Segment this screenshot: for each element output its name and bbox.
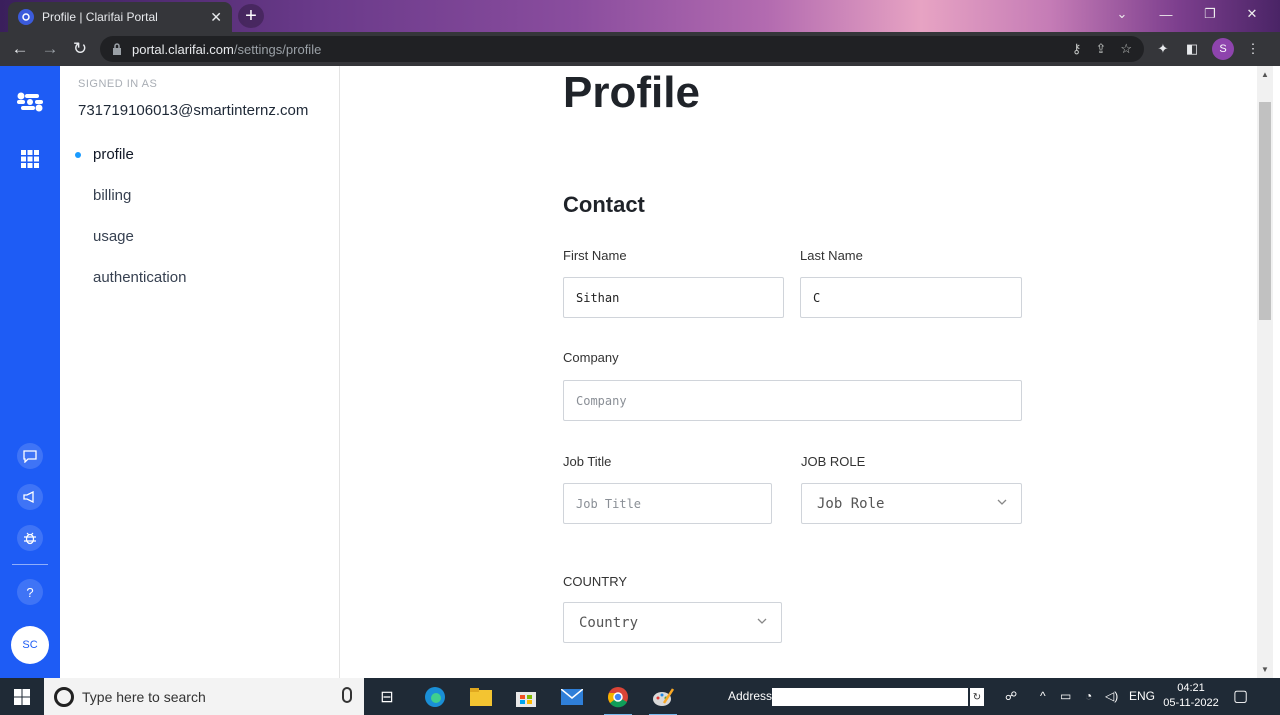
windows-taskbar: Type here to search ⊟ Address ↻ ☍ ^ ▭ ◔ … — [0, 678, 1280, 715]
bug-report-icon[interactable] — [17, 525, 43, 551]
minimize-icon[interactable]: — — [1144, 0, 1188, 28]
rail-divider — [12, 564, 48, 565]
profile-main: Profile Contact First Name Sithan Last N… — [341, 66, 1256, 678]
sidebar-item-billing[interactable]: billing — [93, 187, 131, 204]
taskbar-address-label: Address — [728, 689, 773, 703]
company-label: Company — [563, 350, 619, 365]
browser-tab[interactable]: Profile | Clarifai Portal ✕ — [8, 2, 232, 32]
taskbar-search-box[interactable]: Type here to search — [44, 678, 364, 715]
mail-icon[interactable] — [556, 682, 588, 712]
back-icon[interactable]: ← — [5, 34, 35, 64]
taskbar-address-input[interactable] — [772, 688, 968, 706]
signed-in-label: SIGNED IN AS — [78, 78, 158, 90]
tab-title: Profile | Clarifai Portal — [42, 10, 158, 24]
browser-toolbar: ← → ↻ portal.clarifai.com/settings/profi… — [0, 32, 1280, 66]
settings-sidebar: SIGNED IN AS 731719106013@smartinternz.c… — [60, 66, 340, 678]
country-label: COUNTRY — [563, 574, 628, 589]
browser-tab-strip: Profile | Clarifai Portal ✕ + ⌄ — ❐ ✕ — [0, 0, 1280, 32]
bookmark-star-icon[interactable]: ☆ — [1120, 41, 1132, 57]
job-role-label: JOB ROLE — [801, 454, 866, 469]
job-role-select[interactable]: Job Role — [801, 483, 1022, 524]
first-name-label: First Name — [563, 248, 627, 263]
volume-icon[interactable]: ◁) — [1105, 689, 1118, 703]
tab-close-icon[interactable]: ✕ — [210, 9, 222, 26]
taskbar-clock[interactable]: 04:21 05-11-2022 — [1160, 681, 1222, 711]
country-select[interactable]: Country — [563, 602, 782, 643]
chat-icon[interactable] — [17, 443, 43, 469]
microsoft-store-icon[interactable] — [510, 682, 542, 712]
restore-icon[interactable]: ❐ — [1188, 0, 1232, 28]
sidebar-item-profile[interactable]: profile — [93, 146, 134, 163]
company-field[interactable]: Company — [563, 380, 1022, 421]
url-path: /settings/profile — [233, 41, 322, 57]
user-avatar[interactable]: SC — [11, 626, 49, 664]
sidebar-item-usage[interactable]: usage — [93, 228, 134, 245]
country-value: Country — [579, 614, 639, 631]
paint-app-icon[interactable] — [647, 682, 679, 715]
scroll-down-arrow-icon[interactable]: ▼ — [1257, 662, 1273, 676]
tab-search-icon[interactable]: ⌄ — [1100, 0, 1144, 28]
file-explorer-icon[interactable] — [465, 682, 497, 712]
url-host: portal.clarifai.com — [132, 41, 234, 57]
announcements-megaphone-icon[interactable] — [17, 484, 43, 510]
browser-menu-icon[interactable]: ⋮ — [1242, 38, 1264, 60]
address-refresh-icon[interactable]: ↻ — [970, 688, 984, 706]
job-title-field[interactable]: Job Title — [563, 483, 772, 524]
chevron-down-icon — [997, 499, 1007, 505]
clarifai-favicon-icon — [18, 9, 34, 25]
language-indicator[interactable]: ENG — [1129, 689, 1155, 703]
last-name-field[interactable]: C — [800, 277, 1022, 318]
last-name-label: Last Name — [800, 248, 863, 263]
page-title: Profile — [563, 68, 700, 117]
app-rail: ? SC — [0, 66, 60, 678]
task-view-icon[interactable]: ⊟ — [371, 682, 403, 712]
job-role-value: Job Role — [817, 495, 885, 512]
clock-time: 04:21 — [1177, 682, 1205, 694]
tray-overflow-chevron-icon[interactable]: ^ — [1040, 689, 1046, 703]
people-icon[interactable]: ☍ — [1005, 689, 1017, 703]
contact-section-title: Contact — [563, 192, 645, 217]
close-window-icon[interactable]: ✕ — [1230, 0, 1274, 28]
cortana-ring-icon — [54, 686, 74, 707]
new-tab-button[interactable]: + — [238, 4, 264, 28]
active-indicator-dot — [75, 152, 81, 158]
password-key-icon[interactable]: ⚷ — [1072, 41, 1082, 57]
microphone-icon[interactable] — [342, 687, 352, 703]
taskbar-search-placeholder: Type here to search — [82, 688, 206, 705]
address-bar[interactable]: portal.clarifai.com/settings/profile ⚷ ⇪… — [100, 36, 1144, 62]
side-panel-icon[interactable]: ◧ — [1181, 38, 1203, 60]
wifi-icon[interactable]: ◔ — [1085, 689, 1092, 703]
help-icon[interactable]: ? — [17, 579, 43, 605]
windows-start-icon[interactable] — [0, 678, 44, 715]
share-icon[interactable]: ⇪ — [1095, 41, 1106, 57]
lock-icon — [113, 43, 121, 55]
clock-date: 05-11-2022 — [1163, 697, 1219, 709]
notifications-icon[interactable]: ▢ — [1233, 686, 1248, 706]
first-name-field[interactable]: Sithan — [563, 277, 784, 318]
forward-icon[interactable]: → — [35, 34, 65, 64]
scrollbar-thumb[interactable] — [1259, 102, 1271, 320]
browser-profile-avatar[interactable]: S — [1212, 38, 1234, 60]
chrome-icon[interactable] — [602, 682, 634, 715]
apps-grid-icon[interactable] — [14, 143, 46, 175]
sidebar-item-authentication[interactable]: authentication — [93, 269, 186, 286]
scroll-up-arrow-icon[interactable]: ▲ — [1257, 67, 1273, 81]
battery-icon[interactable]: ▭ — [1060, 689, 1071, 703]
edge-browser-icon[interactable] — [419, 682, 451, 712]
job-title-label: Job Title — [563, 454, 612, 469]
clarifai-logo-icon[interactable] — [14, 86, 46, 118]
chevron-down-icon — [757, 618, 767, 624]
reload-icon[interactable]: ↻ — [65, 34, 95, 64]
signed-in-email: 731719106013@smartinternz.com — [78, 102, 309, 119]
extensions-puzzle-icon[interactable]: ✦ — [1152, 38, 1174, 60]
